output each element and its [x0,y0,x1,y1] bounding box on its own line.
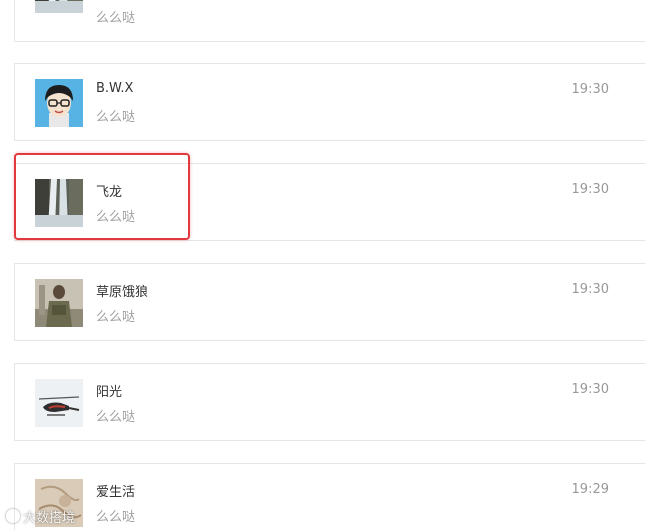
contact-row[interactable]: 草原饿狼 么么哒 19:30 [14,263,645,341]
contact-time: 19:30 [571,382,609,397]
contact-row[interactable]: 么么哒 [14,0,645,42]
contact-message: 么么哒 [96,11,136,26]
contact-message: 么么哒 [96,210,136,225]
contact-message: 么么哒 [96,510,136,525]
contact-list: 么么哒 B.W.X 么么哒 19:30 飞龙 么么哒 19:30 草原饿狼 么么… [0,0,645,530]
helicopter-avatar [35,379,83,427]
waterfall-avatar [35,179,83,227]
contact-message: 么么哒 [96,110,136,125]
contact-time: 19:30 [571,82,609,97]
contact-message: 么么哒 [96,410,136,425]
watermark: 大数搭境 [6,506,75,526]
contact-name: B.W.X [96,81,134,96]
watermark-text: 大数搭境 [23,510,76,526]
cartoon-glasses-avatar [35,79,83,127]
contact-name: 飞龙 [96,185,123,200]
contact-row[interactable]: 阳光 么么哒 19:30 [14,363,645,441]
contact-message: 么么哒 [96,310,136,325]
watermark-logo-icon [6,509,20,523]
contact-time: 19:29 [571,482,609,497]
contact-name: 草原饿狼 [96,285,149,300]
soldier-avatar [35,279,83,327]
contact-name: 爱生活 [96,485,136,500]
contact-row[interactable]: B.W.X 么么哒 19:30 [14,63,645,141]
contact-name: 阳光 [96,385,123,400]
contact-row[interactable]: 爱生活 么么哒 19:29 [14,463,645,530]
waterfall-avatar [35,0,83,13]
contact-row[interactable]: 飞龙 么么哒 19:30 [14,163,645,241]
contact-time: 19:30 [571,182,609,197]
contact-time: 19:30 [571,282,609,297]
